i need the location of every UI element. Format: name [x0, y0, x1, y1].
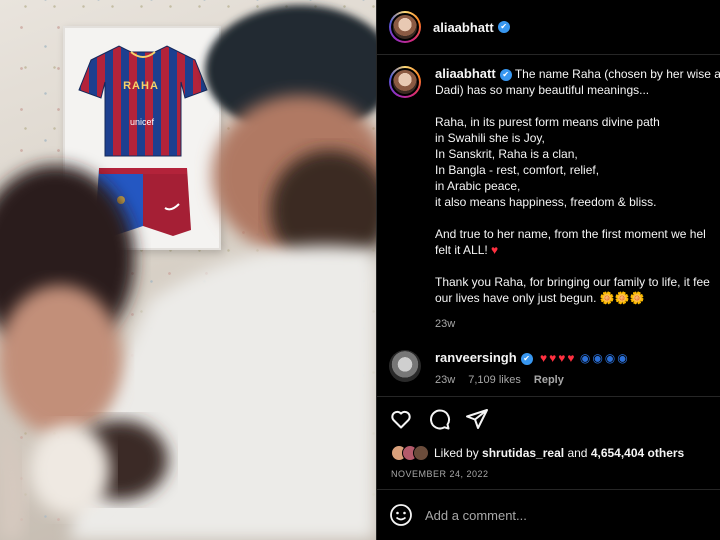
caption-intro: The name Raha (chosen by her wise an: [514, 67, 720, 81]
comment-item: ranveersingh ✔ ♥♥♥♥ ◉◉◉◉ 23w 7,109 likes …: [389, 350, 720, 388]
commenter-username[interactable]: ranveersingh: [435, 350, 517, 365]
caption-line: Raha, in its purest form means divine pa…: [435, 115, 660, 129]
post-image[interactable]: RAHA unicef: [0, 0, 376, 540]
reply-button[interactable]: Reply: [534, 374, 564, 386]
caption-para2-line1: And true to her name, from the first mom…: [435, 227, 706, 241]
caption-line: In Bangla - rest, comfort, relief,: [435, 163, 600, 177]
share-icon[interactable]: [465, 407, 489, 431]
caption-line: In Sanskrit, Raha is a clan,: [435, 147, 578, 161]
verified-badge-icon: ✔: [497, 21, 510, 33]
blossom-emoji-icon: 🌼🌼🌼: [599, 291, 645, 305]
likes-summary: Liked by shrutidas_real and 4,654,404 ot…: [391, 445, 684, 461]
emoji-icon[interactable]: [389, 503, 413, 527]
caption-avatar[interactable]: [389, 66, 421, 98]
commenter-avatar[interactable]: [389, 350, 421, 382]
comment-icon[interactable]: [427, 407, 451, 431]
add-comment-bar: [377, 489, 720, 540]
post-header: aliaabhatt ✔: [377, 0, 720, 55]
caption-para3-line1: Thank you Raha, for bringing our family …: [435, 275, 710, 289]
author-username[interactable]: aliaabhatt: [433, 20, 494, 35]
comment-age[interactable]: 23w: [435, 374, 455, 386]
caption-line: in Swahili she is Joy,: [435, 131, 545, 145]
caption-age[interactable]: 23w: [435, 316, 720, 332]
likes-count[interactable]: 4,654,404 others: [591, 446, 684, 460]
photo-subjects: [0, 5, 376, 540]
caption-para3-line2: our lives have only just begun.: [435, 291, 597, 305]
liker-avatars[interactable]: [391, 445, 429, 461]
post-date[interactable]: NOVEMBER 24, 2022: [391, 469, 489, 479]
likes-prefix: Liked by: [434, 446, 479, 460]
caption-para2-line2: felt it ALL!: [435, 243, 488, 257]
post-sidebar: aliaabhatt ✔ aliaabhatt ✔ The name Raha (…: [376, 0, 720, 540]
caption: aliaabhatt ✔ The name Raha (chosen by her…: [389, 66, 720, 332]
instagram-post-view: RAHA unicef aliaabhatt ✔ aliaabhatt ✔ Th…: [0, 0, 720, 540]
comment-hearts: ♥♥♥♥: [540, 351, 577, 365]
comment-likes[interactable]: 7,109 likes: [468, 374, 521, 386]
heart-emoji-icon: ♥: [491, 243, 499, 257]
caption-text: aliaabhatt ✔ The name Raha (chosen by her…: [435, 66, 720, 332]
comment-eyes: ◉◉◉◉: [579, 351, 630, 365]
verified-badge-icon: ✔: [520, 352, 533, 365]
caption-username[interactable]: aliaabhatt: [435, 66, 496, 81]
likes-middle: and: [567, 446, 588, 460]
comment-input[interactable]: [425, 507, 695, 523]
divider: [377, 396, 720, 397]
heart-icon[interactable]: [389, 407, 413, 431]
author-avatar[interactable]: [389, 11, 421, 43]
action-bar: [389, 407, 489, 431]
caption-line: it also means happiness, freedom & bliss…: [435, 195, 657, 209]
caption-line: in Arabic peace,: [435, 179, 521, 193]
verified-badge-icon: ✔: [499, 68, 512, 81]
caption-intro-2: Dadi) has so many beautiful meanings...: [435, 83, 650, 97]
liker-username[interactable]: shrutidas_real: [482, 446, 564, 460]
